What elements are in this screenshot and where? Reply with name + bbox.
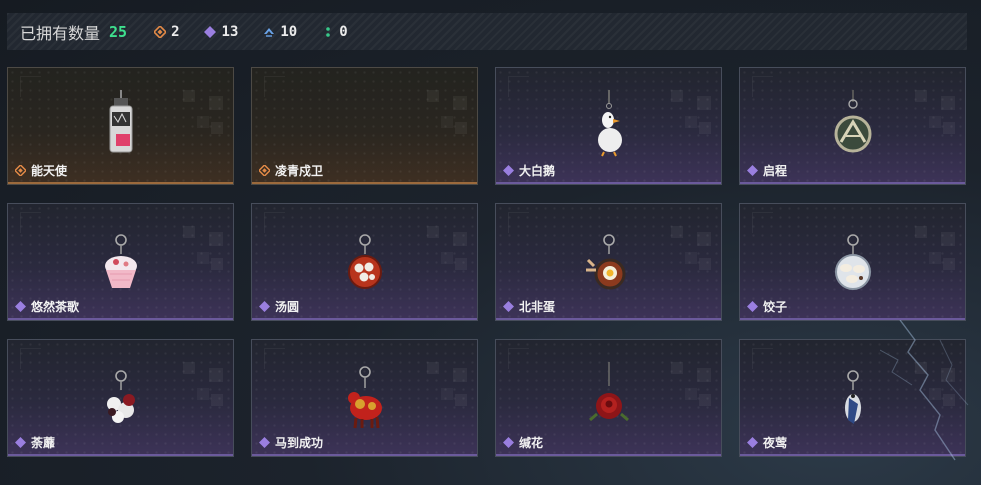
purple-diamond-icon xyxy=(747,165,758,176)
keychain-card[interactable]: 北非蛋 xyxy=(495,203,722,321)
keychain-name: 北非蛋 xyxy=(519,300,556,314)
card-pattern-decoration xyxy=(183,90,223,140)
keychain-image xyxy=(109,90,133,153)
keychain-name: 荼蘼 xyxy=(31,436,56,450)
purple-diamond-icon xyxy=(503,437,514,448)
rarity-bottom-stripe xyxy=(740,318,965,320)
keychain-image xyxy=(348,234,382,289)
keychain-image xyxy=(589,362,629,422)
keychain-image xyxy=(348,366,382,429)
card-corner-decoration xyxy=(264,212,285,233)
rarity-stat-green-count: 0 xyxy=(339,23,348,40)
keychain-card[interactable]: 凌青戍卫 xyxy=(251,67,478,185)
purple-diamond-icon xyxy=(204,25,217,38)
purple-diamond-icon xyxy=(503,301,514,312)
keychain-name: 马到成功 xyxy=(275,436,324,450)
keychain-image xyxy=(835,234,871,290)
card-pattern-decoration xyxy=(183,226,223,276)
card-pattern-decoration xyxy=(915,362,955,412)
keychain-name: 悠然茶歌 xyxy=(31,300,80,314)
rarity-stat-purple: 13 xyxy=(204,23,239,40)
rarity-bottom-stripe xyxy=(8,454,233,456)
keychain-image xyxy=(586,234,626,290)
keychain-name: 大白鹅 xyxy=(519,164,556,178)
inventory-summary-bar: 已拥有数量 25 2 13 10 0 xyxy=(7,13,967,50)
purple-diamond-icon xyxy=(259,437,270,448)
keychain-image xyxy=(834,90,872,153)
purple-diamond-icon xyxy=(503,165,514,176)
keychain-card[interactable]: 夜莺 xyxy=(739,339,966,457)
keychain-image xyxy=(598,90,622,157)
green-dots-icon xyxy=(321,25,334,38)
rarity-bottom-stripe xyxy=(740,454,965,456)
rarity-bottom-stripe xyxy=(8,182,233,184)
keychain-name: 夜莺 xyxy=(763,436,788,450)
card-corner-decoration xyxy=(752,348,773,369)
rarity-bottom-stripe xyxy=(252,318,477,320)
card-pattern-decoration xyxy=(671,362,711,412)
card-corner-decoration xyxy=(752,76,773,97)
card-pattern-decoration xyxy=(671,226,711,276)
card-corner-decoration xyxy=(20,348,41,369)
purple-diamond-icon xyxy=(747,437,758,448)
card-pattern-decoration xyxy=(915,90,955,140)
keychain-grid: 能天使 凌青戍卫 大白鹅 启程悠然茶歌 汤圆 北非蛋 饺子荼蘼 马到成功 缄花 夜莺 xyxy=(7,67,967,461)
rarity-bottom-stripe xyxy=(740,182,965,184)
keychain-name: 能天使 xyxy=(31,164,68,178)
keychain-name: 启程 xyxy=(763,164,788,178)
card-corner-decoration xyxy=(752,212,773,233)
rarity-bottom-stripe xyxy=(496,318,721,320)
rarity-bottom-stripe xyxy=(496,182,721,184)
keychain-card[interactable]: 饺子 xyxy=(739,203,966,321)
card-corner-decoration xyxy=(264,348,285,369)
keychain-card[interactable]: 能天使 xyxy=(7,67,234,185)
rarity-stat-purple-count: 13 xyxy=(221,23,239,40)
keychain-image xyxy=(107,370,135,423)
rarity-stat-blue: 10 xyxy=(262,24,297,40)
purple-diamond-icon xyxy=(15,301,26,312)
keychain-card[interactable]: 缄花 xyxy=(495,339,722,457)
card-pattern-decoration xyxy=(915,226,955,276)
keychain-card[interactable]: 马到成功 xyxy=(251,339,478,457)
keychain-card[interactable]: 悠然茶歌 xyxy=(7,203,234,321)
keychain-name: 饺子 xyxy=(763,300,788,314)
keychain-card[interactable]: 大白鹅 xyxy=(495,67,722,185)
orange-diamond-icon xyxy=(153,25,166,38)
card-pattern-decoration xyxy=(671,90,711,140)
rarity-bottom-stripe xyxy=(8,318,233,320)
card-corner-decoration xyxy=(20,212,41,233)
card-corner-decoration xyxy=(508,348,529,369)
card-corner-decoration xyxy=(508,76,529,97)
rarity-stat-blue-count: 10 xyxy=(280,23,298,40)
card-corner-decoration xyxy=(508,212,529,233)
rarity-bottom-stripe xyxy=(252,454,477,456)
card-corner-decoration xyxy=(264,76,285,97)
keychain-card[interactable]: 启程 xyxy=(739,67,966,185)
rarity-stat-orange-count: 2 xyxy=(171,23,180,40)
orange-diamond-icon xyxy=(15,165,26,176)
keychain-image xyxy=(845,370,861,424)
rarity-bottom-stripe xyxy=(496,454,721,456)
keychain-name: 凌青戍卫 xyxy=(275,164,324,178)
card-pattern-decoration xyxy=(183,362,223,412)
keychain-card[interactable]: 荼蘼 xyxy=(7,339,234,457)
keychain-name: 汤圆 xyxy=(275,300,300,314)
card-pattern-decoration xyxy=(427,90,467,140)
rarity-bottom-stripe xyxy=(252,182,477,184)
blue-chevron-icon xyxy=(262,25,275,38)
orange-diamond-icon xyxy=(259,165,270,176)
owned-count-label: 已拥有数量 xyxy=(20,23,101,43)
owned-count-value: 25 xyxy=(109,22,128,41)
keychain-card[interactable]: 汤圆 xyxy=(251,203,478,321)
card-pattern-decoration xyxy=(427,226,467,276)
card-corner-decoration xyxy=(20,76,41,97)
purple-diamond-icon xyxy=(15,437,26,448)
purple-diamond-icon xyxy=(747,301,758,312)
purple-diamond-icon xyxy=(259,301,270,312)
keychain-image xyxy=(105,234,137,288)
rarity-stat-orange: 2 xyxy=(153,23,180,40)
keychain-name: 缄花 xyxy=(519,436,544,450)
card-pattern-decoration xyxy=(427,362,467,412)
rarity-stat-green: 0 xyxy=(321,23,348,40)
